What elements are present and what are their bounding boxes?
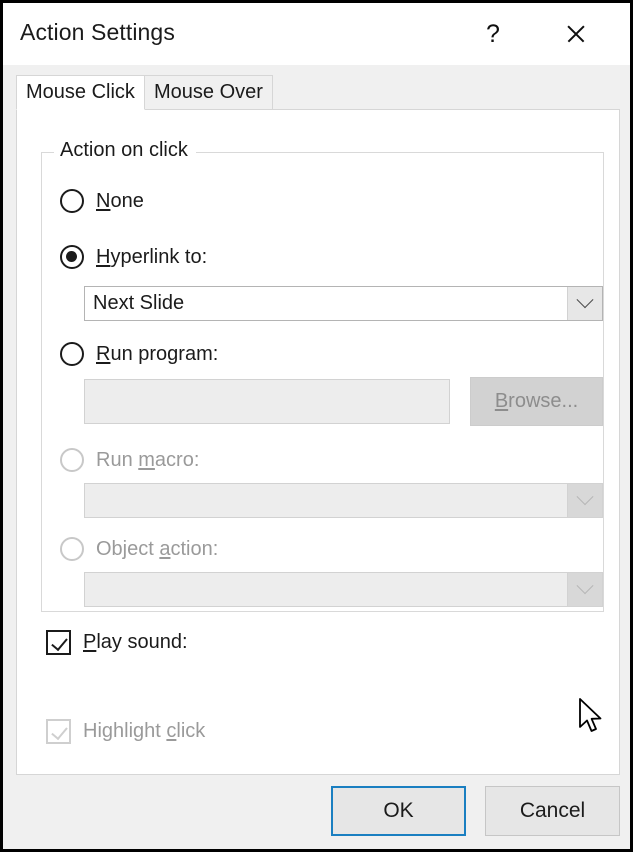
chevron-down-icon [577, 291, 594, 308]
radio-run-macro-indicator [60, 448, 84, 472]
radio-run-macro: Run macro: [60, 446, 199, 474]
checkmark-icon [51, 634, 68, 651]
close-button[interactable] [548, 3, 604, 65]
radio-object-action: Object action: [60, 535, 218, 563]
radio-run-program-indicator [60, 342, 84, 366]
tab-strip: Mouse Click Mouse Over [3, 65, 630, 110]
checkbox-highlight-click-indicator [46, 719, 71, 744]
radio-none[interactable]: None [60, 187, 144, 215]
run-macro-value [85, 484, 567, 517]
browse-button-label: Browse... [495, 390, 578, 413]
radio-run-macro-label: Run macro: [96, 449, 199, 472]
checkbox-play-sound-indicator [46, 630, 71, 655]
close-x-icon [565, 23, 587, 45]
ok-button-label: OK [383, 799, 413, 823]
tab-mouse-over-label: Mouse Over [154, 81, 263, 104]
radio-hyperlink-to-label: Hyperlink to: [96, 246, 207, 269]
cancel-button[interactable]: Cancel [485, 786, 620, 836]
radio-hyperlink-to[interactable]: Hyperlink to: [60, 243, 207, 271]
dialog-title: Action Settings [20, 19, 175, 46]
cancel-button-label: Cancel [520, 799, 585, 823]
chevron-down-icon [577, 488, 594, 505]
radio-run-program-label: Run program: [96, 343, 218, 366]
run-program-input[interactable] [84, 379, 450, 424]
tab-mouse-click[interactable]: Mouse Click [16, 75, 145, 110]
group-legend: Action on click [54, 139, 196, 162]
radio-object-action-indicator [60, 537, 84, 561]
help-button[interactable]: ? [465, 3, 521, 65]
browse-button: Browse... [470, 377, 603, 426]
run-macro-combo [84, 483, 603, 518]
hyperlink-target-value: Next Slide [85, 287, 567, 320]
object-action-dropdown-button [567, 573, 602, 606]
action-on-click-group: Action on click None Hyperlink to: Next … [41, 152, 604, 612]
ok-button[interactable]: OK [331, 786, 466, 836]
tab-panel-mouse-click: Action on click None Hyperlink to: Next … [16, 109, 620, 775]
title-bar: Action Settings ? [3, 3, 630, 65]
chevron-down-icon [577, 577, 594, 594]
radio-none-label: None [96, 190, 144, 213]
question-mark-icon: ? [486, 22, 500, 47]
checkbox-highlight-click-label: Highlight click [83, 720, 205, 743]
radio-hyperlink-to-indicator [60, 245, 84, 269]
tab-mouse-over[interactable]: Mouse Over [144, 75, 273, 110]
checkbox-highlight-click: Highlight click [46, 717, 205, 745]
tab-mouse-click-label: Mouse Click [26, 81, 135, 104]
radio-object-action-label: Object action: [96, 538, 218, 561]
object-action-combo [84, 572, 603, 607]
checkbox-play-sound[interactable]: Play sound: [46, 628, 188, 656]
radio-none-indicator [60, 189, 84, 213]
checkbox-play-sound-label: Play sound: [83, 631, 188, 654]
action-settings-dialog: Action Settings ? Mouse Click Mouse Over… [0, 0, 633, 852]
radio-run-program[interactable]: Run program: [60, 340, 218, 368]
hyperlink-target-dropdown-button[interactable] [567, 287, 602, 320]
object-action-value [85, 573, 567, 606]
run-macro-dropdown-button [567, 484, 602, 517]
checkmark-icon [51, 723, 68, 740]
hyperlink-target-combo[interactable]: Next Slide [84, 286, 603, 321]
